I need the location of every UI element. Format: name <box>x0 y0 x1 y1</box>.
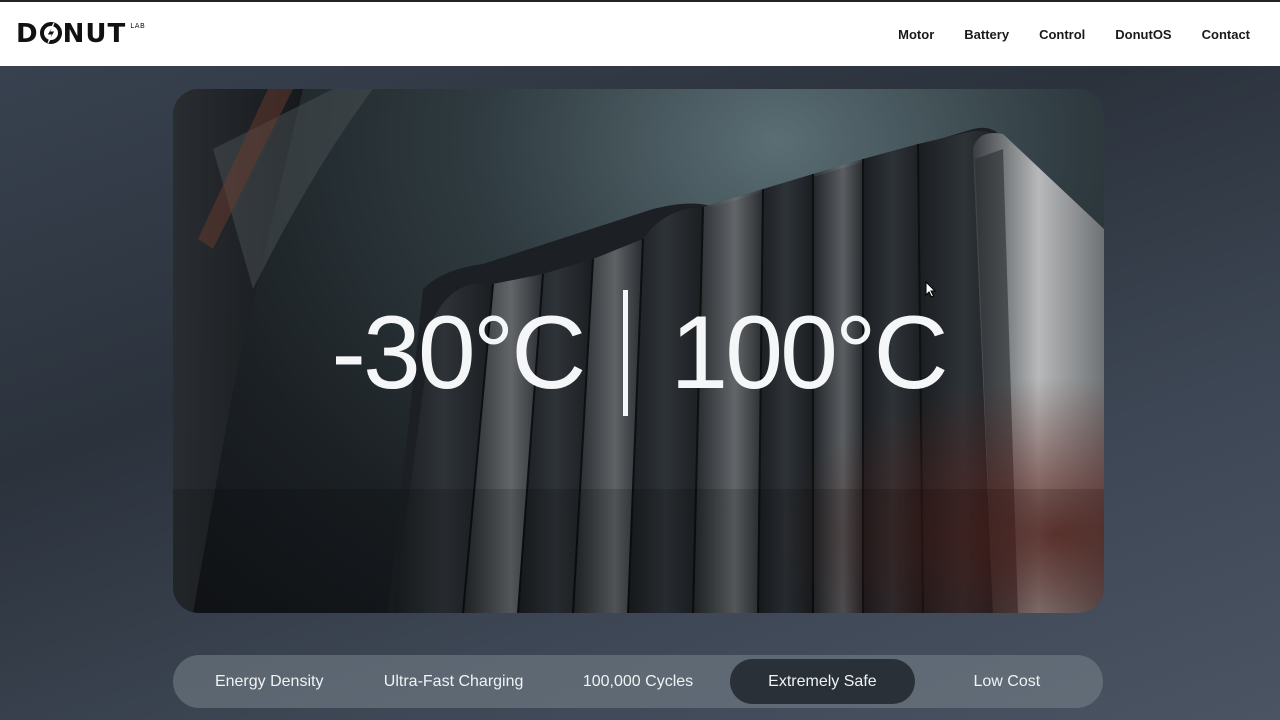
low-temperature: -30°C <box>331 294 586 411</box>
temperature-range: -30°C 100°C <box>173 89 1104 613</box>
nav-link-contact[interactable]: Contact <box>1202 27 1250 42</box>
logo-text-start: D <box>16 19 39 49</box>
tab-extremely-safe[interactable]: Extremely Safe <box>730 659 915 704</box>
top-navbar: D NUT LAB Motor Battery Control DonutOS … <box>0 0 1280 66</box>
logo-o-bolt-icon <box>39 21 63 47</box>
logo-lab-label: LAB <box>130 22 146 30</box>
high-temperature: 100°C <box>670 294 948 411</box>
feature-tabs: Energy Density Ultra-Fast Charging 100,0… <box>173 655 1103 708</box>
temperature-divider <box>623 290 629 416</box>
main-nav: Motor Battery Control DonutOS Contact <box>868 27 1250 42</box>
tab-energy-density[interactable]: Energy Density <box>177 659 361 704</box>
tab-ultra-fast-charging[interactable]: Ultra-Fast Charging <box>361 659 545 704</box>
nav-link-battery[interactable]: Battery <box>964 27 1009 42</box>
logo-text-end: NUT <box>62 19 127 49</box>
hero-battery-image: -30°C 100°C <box>173 89 1104 613</box>
donut-lab-logo[interactable]: D NUT LAB <box>16 21 145 47</box>
mouse-pointer-icon <box>925 281 937 298</box>
nav-link-motor[interactable]: Motor <box>898 27 934 42</box>
nav-link-control[interactable]: Control <box>1039 27 1085 42</box>
tab-low-cost[interactable]: Low Cost <box>915 659 1099 704</box>
tab-100000-cycles[interactable]: 100,000 Cycles <box>546 659 730 704</box>
nav-link-donutos[interactable]: DonutOS <box>1115 27 1171 42</box>
